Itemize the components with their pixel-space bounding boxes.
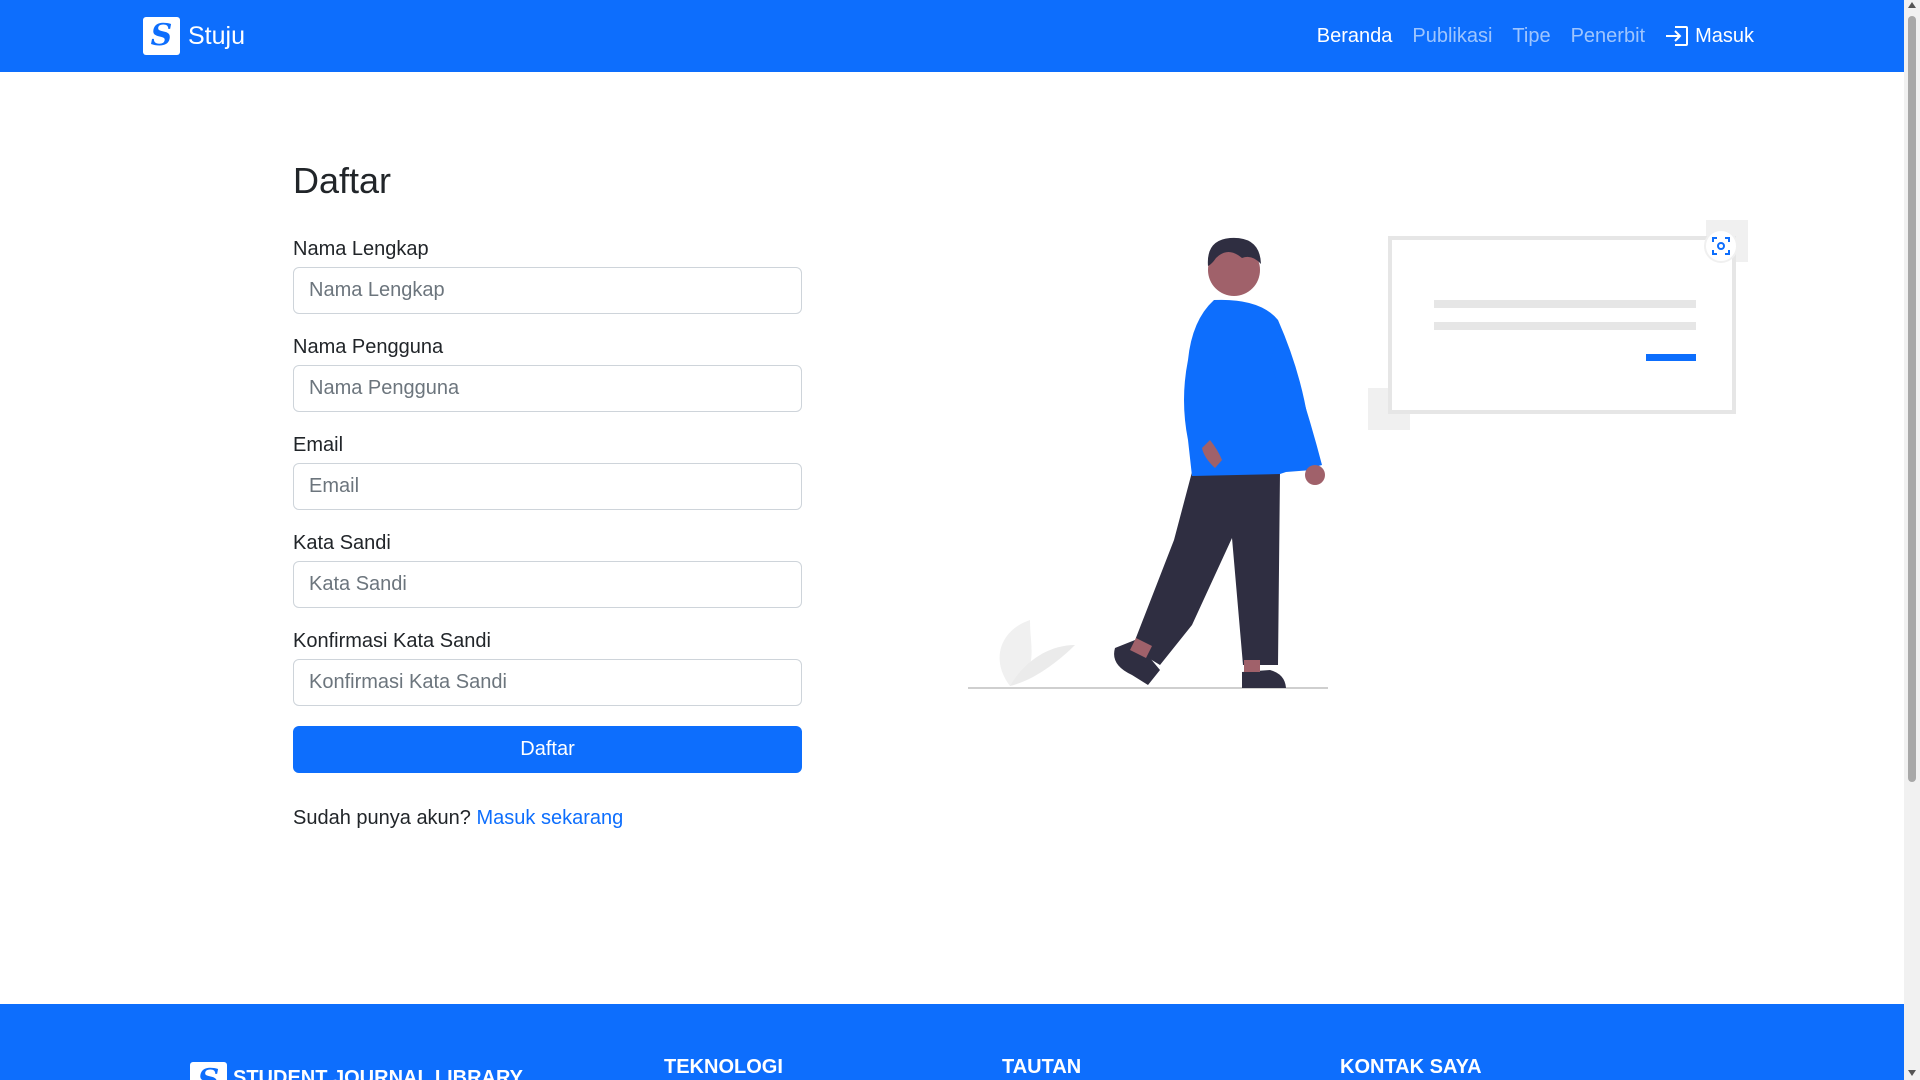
full-name-input[interactable] — [293, 267, 802, 314]
footer-contact-heading: KONTAK SAYA — [1340, 1056, 1482, 1078]
nav-link-publikasi[interactable]: Publikasi — [1412, 25, 1492, 48]
confirm-password-input[interactable] — [293, 659, 802, 706]
email-input[interactable] — [293, 463, 802, 510]
footer-technology-heading: TEKNOLOGI — [664, 1056, 783, 1078]
page-title: Daftar — [293, 160, 392, 201]
nav-link-tipe[interactable]: Tipe — [1512, 25, 1550, 48]
password-label: Kata Sandi — [293, 532, 391, 554]
nav-link-penerbit[interactable]: Penerbit — [1571, 25, 1646, 48]
nav-links: Beranda Publikasi Tipe Penerbit Masuk — [1317, 0, 1754, 72]
top-navbar: S Stuju Beranda Publikasi Tipe Penerbit … — [0, 0, 1904, 72]
footer: S STUDENT JOURNAL LIBRARY TEKNOLOGI TAUT… — [0, 1004, 1904, 1080]
login-prompt: Sudah punya akun? Masuk sekarang — [293, 807, 802, 830]
footer-brand: S STUDENT JOURNAL LIBRARY — [190, 1056, 523, 1080]
brand-link[interactable]: S Stuju — [143, 17, 245, 55]
username-input[interactable] — [293, 365, 802, 412]
person-legs — [1132, 472, 1280, 665]
nav-login-label: Masuk — [1695, 24, 1754, 47]
footer-links-heading: TAUTAN — [1002, 1056, 1082, 1078]
register-submit-button[interactable]: Daftar — [293, 726, 802, 773]
field-username: Nama Pengguna — [293, 336, 802, 412]
login-prompt-text: Sudah punya akun? — [293, 807, 471, 829]
field-email: Email — [293, 434, 802, 510]
footer-brand-title: STUDENT JOURNAL LIBRARY — [233, 1066, 524, 1080]
nav-login-button[interactable]: Masuk — [1665, 25, 1754, 48]
scroll-down-arrow-icon[interactable] — [1908, 1070, 1916, 1076]
nav-link-beranda[interactable]: Beranda — [1317, 25, 1393, 48]
confirm-password-label: Konfirmasi Kata Sandi — [293, 630, 491, 652]
login-now-link[interactable]: Masuk sekarang — [477, 807, 624, 829]
email-label: Email — [293, 434, 344, 456]
full-name-label: Nama Lengkap — [293, 238, 429, 260]
scroll-thumb[interactable] — [1908, 16, 1916, 782]
username-label: Nama Pengguna — [293, 336, 444, 358]
field-password: Kata Sandi — [293, 532, 802, 608]
scroll-up-arrow-icon[interactable] — [1908, 2, 1916, 8]
scan-icon — [1704, 229, 1738, 263]
person-walking-illustration — [968, 220, 1748, 689]
brand-name: Stuju — [188, 21, 245, 50]
login-icon — [1666, 26, 1689, 46]
password-input[interactable] — [293, 561, 802, 608]
field-full-name: Nama Lengkap — [293, 238, 802, 314]
person-shoe-right — [1242, 670, 1286, 688]
footer-logo-icon: S — [190, 1062, 227, 1080]
field-confirm-password: Konfirmasi Kata Sandi — [293, 630, 802, 706]
page-scrollbar[interactable] — [1904, 0, 1920, 1080]
register-form: Daftar Nama Lengkap Nama Pengguna Email … — [293, 160, 802, 830]
brand-logo-icon: S — [143, 17, 180, 55]
